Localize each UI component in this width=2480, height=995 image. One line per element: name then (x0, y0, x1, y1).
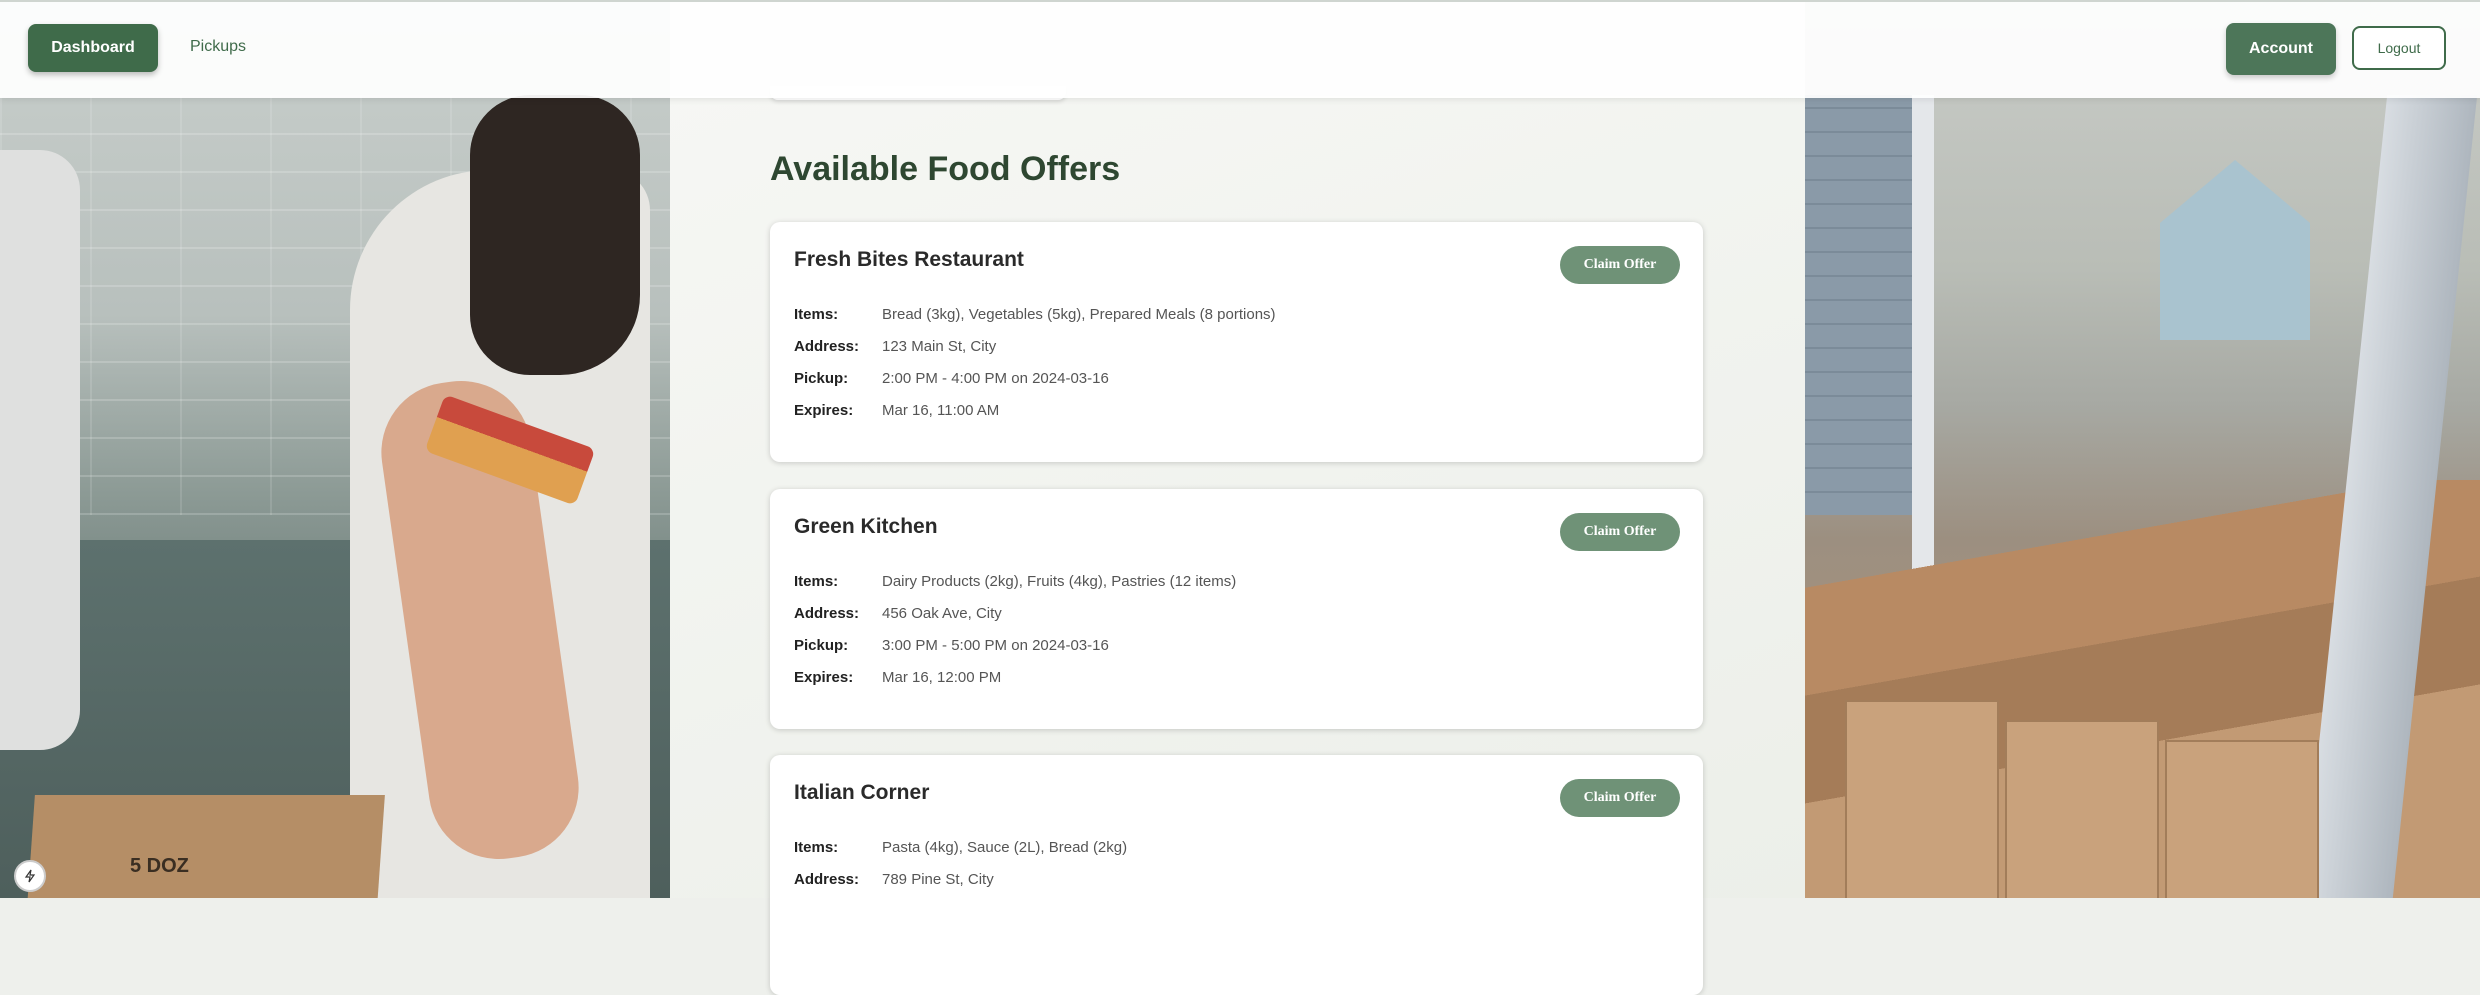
paper-bag (2005, 720, 2159, 898)
expires-label: Expires: (794, 669, 854, 686)
restaurant-name: Italian Corner (794, 781, 930, 804)
restaurant-name: Fresh Bites Restaurant (794, 248, 1024, 271)
pickups-link[interactable]: Pickups (190, 38, 246, 56)
background-photo-right (1805, 0, 2480, 898)
items-value: Dairy Products (2kg), Fruits (4kg), Past… (882, 573, 1237, 590)
items-value: Bread (3kg), Vegetables (5kg), Prepared … (882, 306, 1276, 323)
paper-bag (2165, 740, 2319, 898)
address-value: 456 Oak Ave, City (882, 605, 1002, 622)
claim-offer-button[interactable]: Claim Offer (1560, 246, 1680, 284)
items-value: Pasta (4kg), Sauce (2L), Bread (2kg) (882, 839, 1128, 856)
expires-value: Mar 16, 11:00 AM (882, 402, 1000, 419)
background-photo-left: 5 DOZ (0, 0, 670, 898)
address-value: 789 Pine St, City (882, 871, 994, 888)
page-title: Available Food Offers (770, 150, 1121, 188)
restaurant-name: Green Kitchen (794, 515, 938, 538)
bolt-icon[interactable] (14, 860, 46, 892)
person-left (0, 150, 80, 750)
address-row: Address: 789 Pine St, City (794, 871, 994, 888)
items-row: Items: Dairy Products (2kg), Fruits (4kg)… (794, 573, 1236, 590)
brick-column (1805, 95, 1915, 515)
cardboard-box (25, 795, 385, 898)
address-value: 123 Main St, City (882, 338, 997, 355)
top-navbar: Dashboard Pickups Account Logout (0, 0, 2480, 98)
address-label: Address: (794, 605, 860, 622)
pickup-row: Pickup: 2:00 PM - 4:00 PM on 2024-03-16 (794, 370, 1109, 387)
bolt-icon-glyph (24, 869, 36, 883)
items-row: Items: Pasta (4kg), Sauce (2L), Bread (2k… (794, 839, 1127, 856)
volunteer-hair (470, 95, 640, 375)
birdhouse (2160, 160, 2310, 340)
offer-card: Italian Corner Claim Offer Items: Pasta (… (770, 755, 1703, 995)
dashboard-button[interactable]: Dashboard (28, 24, 158, 72)
offer-card: Fresh Bites Restaurant Claim Offer Items… (770, 222, 1703, 462)
pickup-value: 3:00 PM - 5:00 PM on 2024-03-16 (882, 637, 1109, 654)
offer-card: Green Kitchen Claim Offer Items: Dairy Pr… (770, 489, 1703, 729)
logout-button[interactable]: Logout (2352, 26, 2446, 70)
items-label: Items: (794, 306, 839, 323)
paper-bag (1845, 700, 1999, 898)
claim-offer-button[interactable]: Claim Offer (1560, 779, 1680, 817)
items-row: Items: Bread (3kg), Vegetables (5kg), Pre… (794, 306, 1276, 323)
account-button[interactable]: Account (2226, 23, 2336, 75)
address-label: Address: (794, 338, 860, 355)
pickup-label: Pickup: (794, 637, 849, 654)
main-content: Available Food Offers Fresh Bites Restau… (670, 86, 1805, 995)
claim-offer-button[interactable]: Claim Offer (1560, 513, 1680, 551)
address-row: Address: 456 Oak Ave, City (794, 605, 1002, 622)
address-label: Address: (794, 871, 860, 888)
pickup-value: 2:00 PM - 4:00 PM on 2024-03-16 (882, 370, 1109, 387)
expires-label: Expires: (794, 402, 854, 419)
pickup-label: Pickup: (794, 370, 849, 387)
expires-row: Expires: Mar 16, 11:00 AM (794, 402, 999, 419)
box-label: 5 DOZ (130, 855, 189, 877)
expires-value: Mar 16, 12:00 PM (882, 669, 1002, 686)
address-row: Address: 123 Main St, City (794, 338, 996, 355)
expires-row: Expires: Mar 16, 12:00 PM (794, 669, 1001, 686)
items-label: Items: (794, 573, 839, 590)
pickup-row: Pickup: 3:00 PM - 5:00 PM on 2024-03-16 (794, 637, 1109, 654)
items-label: Items: (794, 839, 839, 856)
